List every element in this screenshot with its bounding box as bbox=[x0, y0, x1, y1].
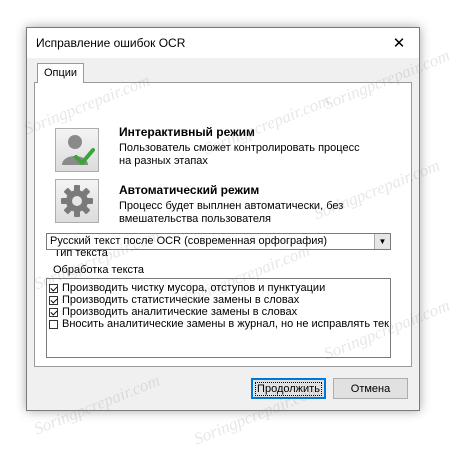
checkbox[interactable] bbox=[49, 295, 58, 305]
list-item[interactable]: Производить аналитические замены в слова… bbox=[49, 306, 297, 318]
window-title: Исправление ошибок OCR bbox=[36, 36, 186, 50]
interactive-mode-description-line1: Пользователь сможет контролировать проце… bbox=[119, 142, 360, 154]
gear-icon bbox=[61, 185, 93, 217]
continue-button-label: Продолжить bbox=[255, 381, 322, 396]
text-type-select[interactable]: Русский текст после OCR (современная орф… bbox=[46, 233, 391, 250]
text-type-selected-value: Русский текст после OCR (современная орф… bbox=[50, 235, 328, 247]
close-icon: ✕ bbox=[392, 35, 406, 52]
automatic-mode-description-line2: вмешательства пользователя bbox=[119, 213, 272, 225]
tab-options[interactable]: Опции bbox=[37, 63, 84, 83]
checkbox[interactable] bbox=[49, 307, 58, 317]
interactive-mode-title: Интерактивный режим bbox=[119, 125, 255, 139]
list-item-label: Вносить аналитические замены в журнал, н… bbox=[62, 318, 389, 330]
checkbox[interactable] bbox=[49, 283, 58, 293]
continue-button[interactable]: Продолжить bbox=[251, 378, 326, 399]
list-item-label: Производить чистку мусора, отступов и пу… bbox=[62, 282, 326, 294]
close-button[interactable]: ✕ bbox=[379, 28, 419, 58]
text-processing-label: Обработка текста bbox=[53, 264, 145, 276]
checkbox[interactable] bbox=[49, 319, 58, 329]
interactive-mode-button[interactable] bbox=[55, 128, 99, 172]
user-check-icon bbox=[62, 135, 95, 165]
list-item-label: Производить статистические замены в слов… bbox=[62, 294, 300, 306]
dropdown-arrow-button[interactable]: ▼ bbox=[374, 234, 390, 249]
automatic-mode-title: Автоматический режим bbox=[119, 183, 260, 197]
text-processing-list: Производить чистку мусора, отступов и пу… bbox=[46, 278, 391, 358]
automatic-mode-button[interactable] bbox=[55, 179, 99, 223]
list-item[interactable]: Вносить аналитические замены в журнал, н… bbox=[49, 318, 389, 330]
title-bar[interactable]: Исправление ошибок OCR ✕ bbox=[27, 28, 419, 58]
automatic-mode-description-line1: Процесс будет выплнен автоматически, без bbox=[119, 200, 344, 212]
cancel-button-label: Отмена bbox=[350, 382, 391, 395]
cancel-button[interactable]: Отмена bbox=[333, 378, 408, 399]
list-item-label: Производить аналитические замены в слова… bbox=[62, 306, 298, 318]
interactive-mode-description-line2: на разных этапах bbox=[119, 155, 208, 167]
list-item[interactable]: Производить чистку мусора, отступов и пу… bbox=[49, 282, 325, 294]
chevron-down-icon: ▼ bbox=[378, 237, 387, 246]
list-item[interactable]: Производить статистические замены в слов… bbox=[49, 294, 299, 306]
ocr-correction-dialog: Исправление ошибок OCR ✕ Опции Интеракти… bbox=[26, 27, 420, 411]
